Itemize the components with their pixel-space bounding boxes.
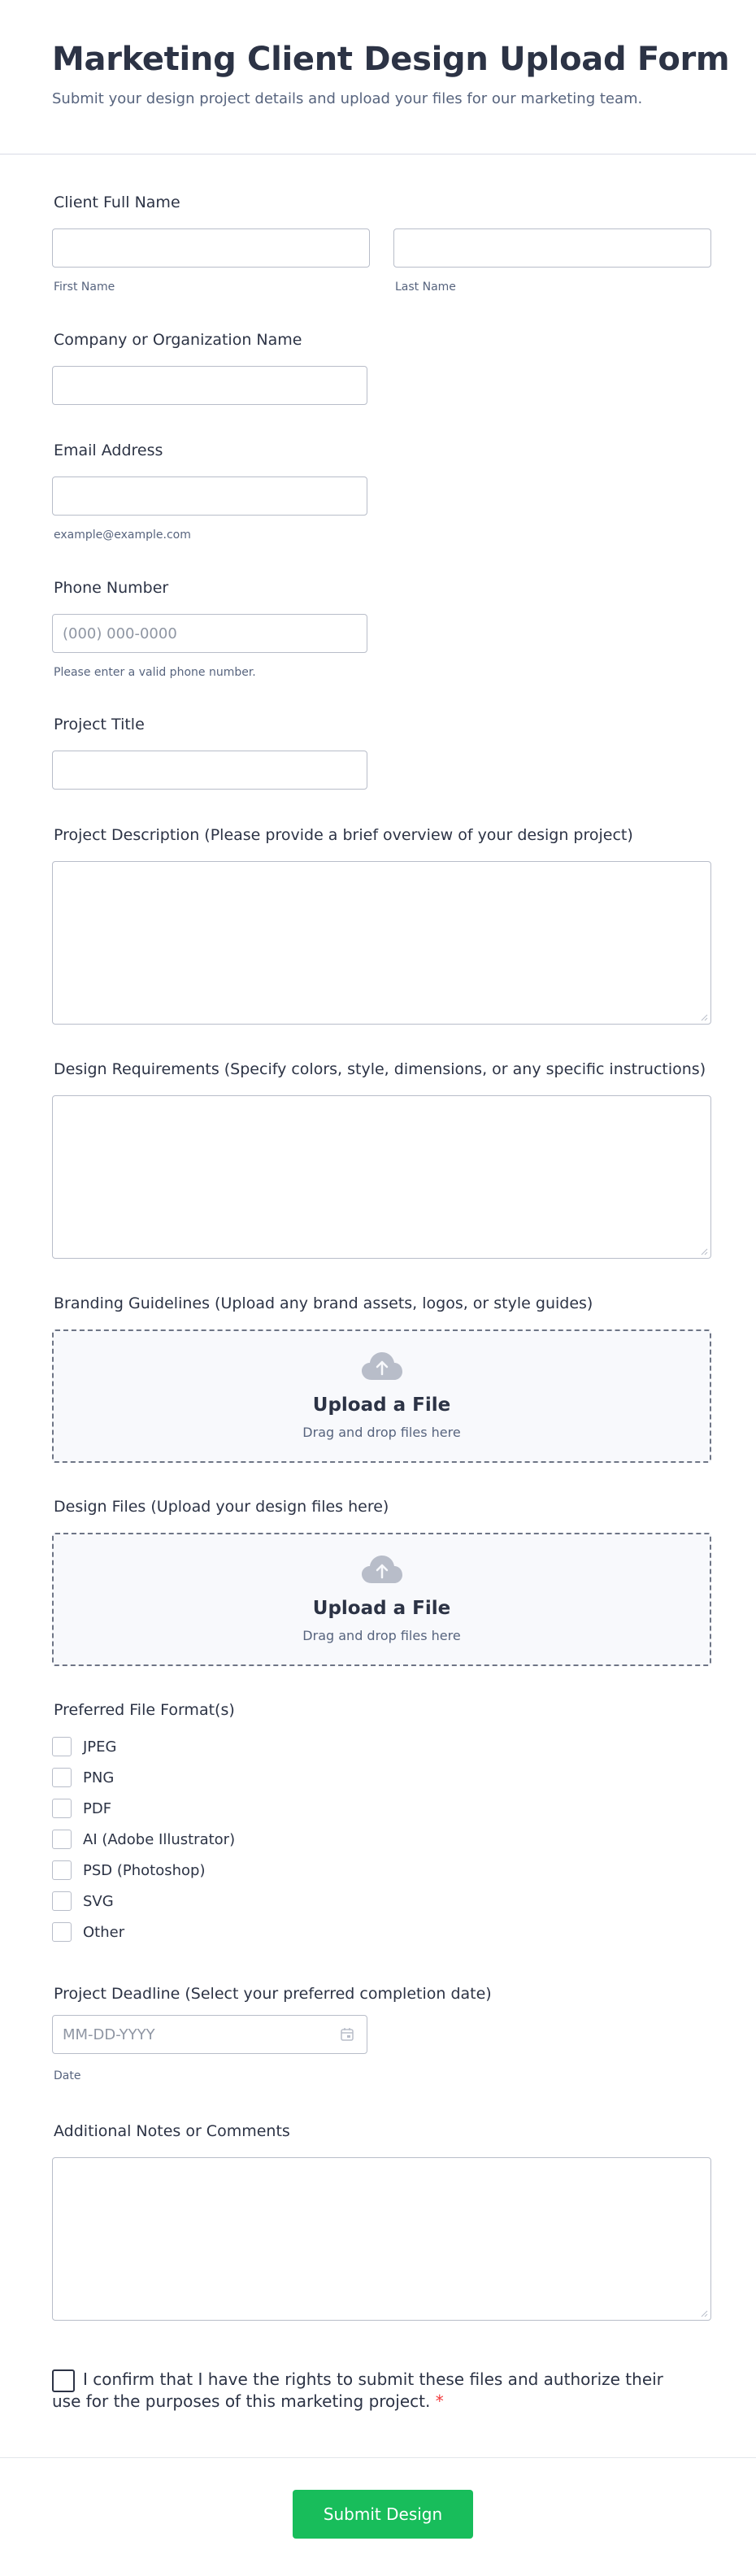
consent-text-line2-text: use for the purposes of this marketing p… <box>52 2391 431 2411</box>
consent-text-line1: I confirm that I have the rights to subm… <box>83 2369 663 2389</box>
description-label: Project Description (Please provide a br… <box>54 826 633 844</box>
phone-input[interactable] <box>52 614 367 653</box>
checkbox[interactable] <box>52 1860 72 1880</box>
notes-label: Additional Notes or Comments <box>54 2122 290 2140</box>
phone-label: Phone Number <box>54 579 169 597</box>
formats-label: Preferred File Format(s) <box>54 1701 235 1719</box>
description-textarea[interactable] <box>52 861 711 1025</box>
notes-textarea[interactable] <box>52 2157 711 2321</box>
format-option-other[interactable]: Other <box>52 1921 124 1943</box>
format-option-svg[interactable]: SVG <box>52 1891 114 1912</box>
format-option-label: PNG <box>83 1769 115 1786</box>
format-option-label: AI (Adobe Illustrator) <box>83 1830 236 1848</box>
required-asterisk: * <box>435 2391 444 2411</box>
requirements-textarea[interactable] <box>52 1095 711 1259</box>
format-option-jpeg[interactable]: JPEG <box>52 1736 116 1757</box>
project-title-input[interactable] <box>52 751 367 790</box>
checkbox[interactable] <box>52 1891 72 1911</box>
cloud-upload-icon <box>361 1352 402 1380</box>
resize-grip-icon[interactable] <box>700 1013 708 1021</box>
format-option-pdf[interactable]: PDF <box>52 1798 111 1819</box>
consent-text-line2: use for the purposes of this marketing p… <box>52 2391 444 2411</box>
upload-title: Upload a File <box>312 1395 451 1416</box>
design-files-label: Design Files (Upload your design files h… <box>54 1498 389 1516</box>
branding-upload-dropzone[interactable]: Upload a File Drag and drop files here <box>52 1329 711 1463</box>
format-option-png[interactable]: PNG <box>52 1767 114 1788</box>
email-label: Email Address <box>54 442 163 459</box>
checkbox[interactable] <box>52 1830 72 1849</box>
deadline-label: Project Deadline (Select your preferred … <box>54 1985 492 2003</box>
full-name-label: Client Full Name <box>54 194 180 211</box>
format-option-label: PSD (Photoshop) <box>83 1861 206 1879</box>
email-input[interactable] <box>52 476 367 516</box>
upload-subtitle: Drag and drop files here <box>302 1425 461 1440</box>
form-title: Marketing Client Design Upload Form <box>52 41 730 78</box>
phone-sublabel: Please enter a valid phone number. <box>54 666 256 679</box>
upload-title: Upload a File <box>312 1598 451 1619</box>
upload-subtitle: Drag and drop files here <box>302 1628 461 1643</box>
last-name-input[interactable] <box>393 228 711 268</box>
deadline-sublabel: Date <box>54 2069 81 2082</box>
cloud-upload-icon <box>361 1556 402 1583</box>
deadline-date-input[interactable] <box>52 2015 367 2054</box>
calendar-icon[interactable] <box>340 2027 354 2042</box>
format-option-ai[interactable]: AI (Adobe Illustrator) <box>52 1829 235 1850</box>
requirements-label: Design Requirements (Specify colors, sty… <box>54 1060 706 1078</box>
checkbox[interactable] <box>52 1737 72 1756</box>
company-label: Company or Organization Name <box>54 331 302 349</box>
first-name-input[interactable] <box>52 228 370 268</box>
last-name-sublabel: Last Name <box>395 281 456 294</box>
branding-label: Branding Guidelines (Upload any brand as… <box>54 1295 593 1312</box>
format-option-label: SVG <box>83 1892 114 1910</box>
submit-button[interactable]: Submit Design <box>293 2490 473 2539</box>
design-files-upload-dropzone[interactable]: Upload a File Drag and drop files here <box>52 1533 711 1666</box>
format-option-label: PDF <box>83 1799 112 1817</box>
checkbox[interactable] <box>52 1768 72 1787</box>
resize-grip-icon[interactable] <box>700 2309 708 2317</box>
format-option-label: JPEG <box>83 1738 117 1756</box>
resize-grip-icon[interactable] <box>700 1247 708 1255</box>
project-title-label: Project Title <box>54 716 145 733</box>
form-subtitle: Submit your design project details and u… <box>52 90 643 107</box>
format-option-label: Other <box>83 1923 125 1941</box>
checkbox[interactable] <box>52 1922 72 1942</box>
email-sublabel: example@example.com <box>54 529 191 542</box>
footer-divider <box>0 2457 756 2458</box>
company-input[interactable] <box>52 366 367 405</box>
consent-checkbox[interactable] <box>52 2369 75 2392</box>
format-option-psd[interactable]: PSD (Photoshop) <box>52 1860 205 1881</box>
form-header: Marketing Client Design Upload Form Subm… <box>0 0 756 154</box>
first-name-sublabel: First Name <box>54 281 115 294</box>
checkbox[interactable] <box>52 1799 72 1818</box>
